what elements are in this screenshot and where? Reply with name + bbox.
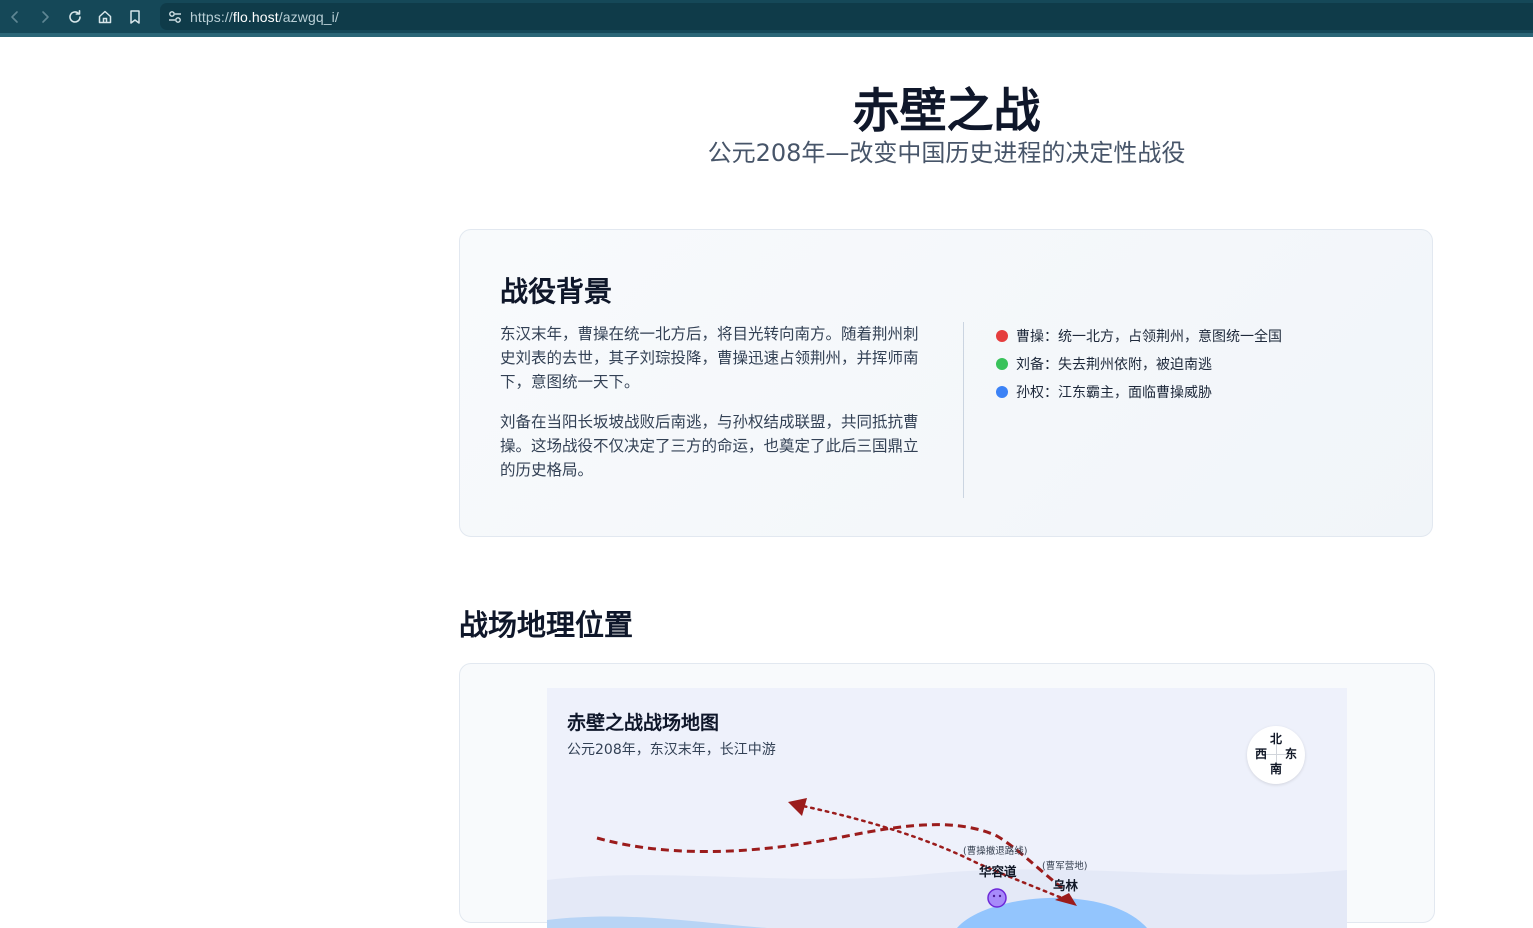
url-host: flo.host (232, 8, 279, 25)
place-huarong: 华容道 (979, 864, 1017, 879)
faction-list: 曹操：统一北方，占领荆州，意图统一全国 刘备：失去荆州依附，被迫南逃 孙权：江东… (996, 322, 1282, 406)
faction-item-sun-quan: 孙权：江东霸主，面临曹操威胁 (996, 378, 1282, 406)
home-icon (98, 10, 112, 23)
forward-icon (42, 10, 49, 23)
battlefield-map: 赤壁之战战场地图 公元208年，东汉末年，长江中游 北 西 东 南 (曹操撤退路… (547, 688, 1347, 928)
compass-west: 西 (1255, 747, 1268, 761)
url-path: /azwgq_i/ (278, 8, 339, 25)
compass-east: 东 (1285, 747, 1298, 761)
bookmark-icon (130, 9, 140, 24)
compass-south: 南 (1270, 762, 1283, 776)
background-card: 战役背景 东汉末年，曹操在统一北方后，将目光转向南方。随着荆州刺史刘表的去世，其… (459, 229, 1433, 537)
faction-item-liu-bei: 刘备：失去荆州依附，被迫南逃 (996, 350, 1282, 378)
url-scheme: https:// (190, 8, 233, 25)
green-dot-icon (996, 358, 1008, 370)
reload-button[interactable] (60, 0, 90, 33)
home-button[interactable] (90, 0, 120, 33)
site-settings-button[interactable] (160, 9, 190, 25)
arrowhead-icon (788, 798, 807, 816)
map-title: 赤壁之战战场地图 (567, 712, 720, 734)
vertical-divider (963, 322, 964, 498)
forward-button[interactable] (30, 0, 60, 33)
background-heading: 战役背景 (500, 275, 613, 308)
page-subtitle: 公元208年—改变中国历史进程的决定性战役 (707, 139, 1186, 167)
compass-north: 北 (1270, 732, 1283, 746)
page-title: 赤壁之战 (852, 84, 1041, 139)
url-text[interactable]: https://flo.host/azwgq_i/ (190, 9, 339, 25)
reload-icon (69, 9, 81, 23)
huarong-marker-icon (987, 888, 1007, 908)
faction-label: 曹操：统一北方，占领荆州，意图统一全国 (1016, 329, 1282, 345)
back-icon (11, 10, 18, 23)
bookmark-button[interactable] (120, 0, 150, 33)
background-paragraph-1: 东汉末年，曹操在统一北方后，将目光转向南方。随着荆州刺史刘表的去世，其子刘琮投降… (500, 325, 919, 391)
faction-label: 孙权：江东霸主，面临曹操威胁 (1016, 385, 1212, 401)
compass: 北 西 东 南 (1247, 726, 1305, 784)
blue-dot-icon (996, 386, 1008, 398)
map-subtitle: 公元208年，东汉末年，长江中游 (567, 742, 776, 758)
wulin-note: (曹军营地) (1042, 861, 1088, 872)
red-dot-icon (996, 330, 1008, 342)
background-paragraph-2: 刘备在当阳长坂坡战败后南逃，与孙权结成联盟，共同抵抗曹操。这场战役不仅决定了三方… (500, 413, 919, 479)
faction-label: 刘备：失去荆州依附，被迫南逃 (1016, 357, 1212, 373)
site-settings-icon (169, 10, 181, 23)
place-wulin: 乌林 (1053, 878, 1079, 893)
huarong-note: (曹操撤退路线) (963, 846, 1028, 857)
geography-heading: 战场地理位置 (459, 608, 634, 642)
address-bar[interactable]: https://flo.host/azwgq_i/ (160, 3, 1533, 30)
back-button[interactable] (0, 0, 30, 33)
faction-item-cao-cao: 曹操：统一北方，占领荆州，意图统一全国 (996, 322, 1282, 350)
browser-toolbar: https://flo.host/azwgq_i/ (0, 0, 1533, 37)
